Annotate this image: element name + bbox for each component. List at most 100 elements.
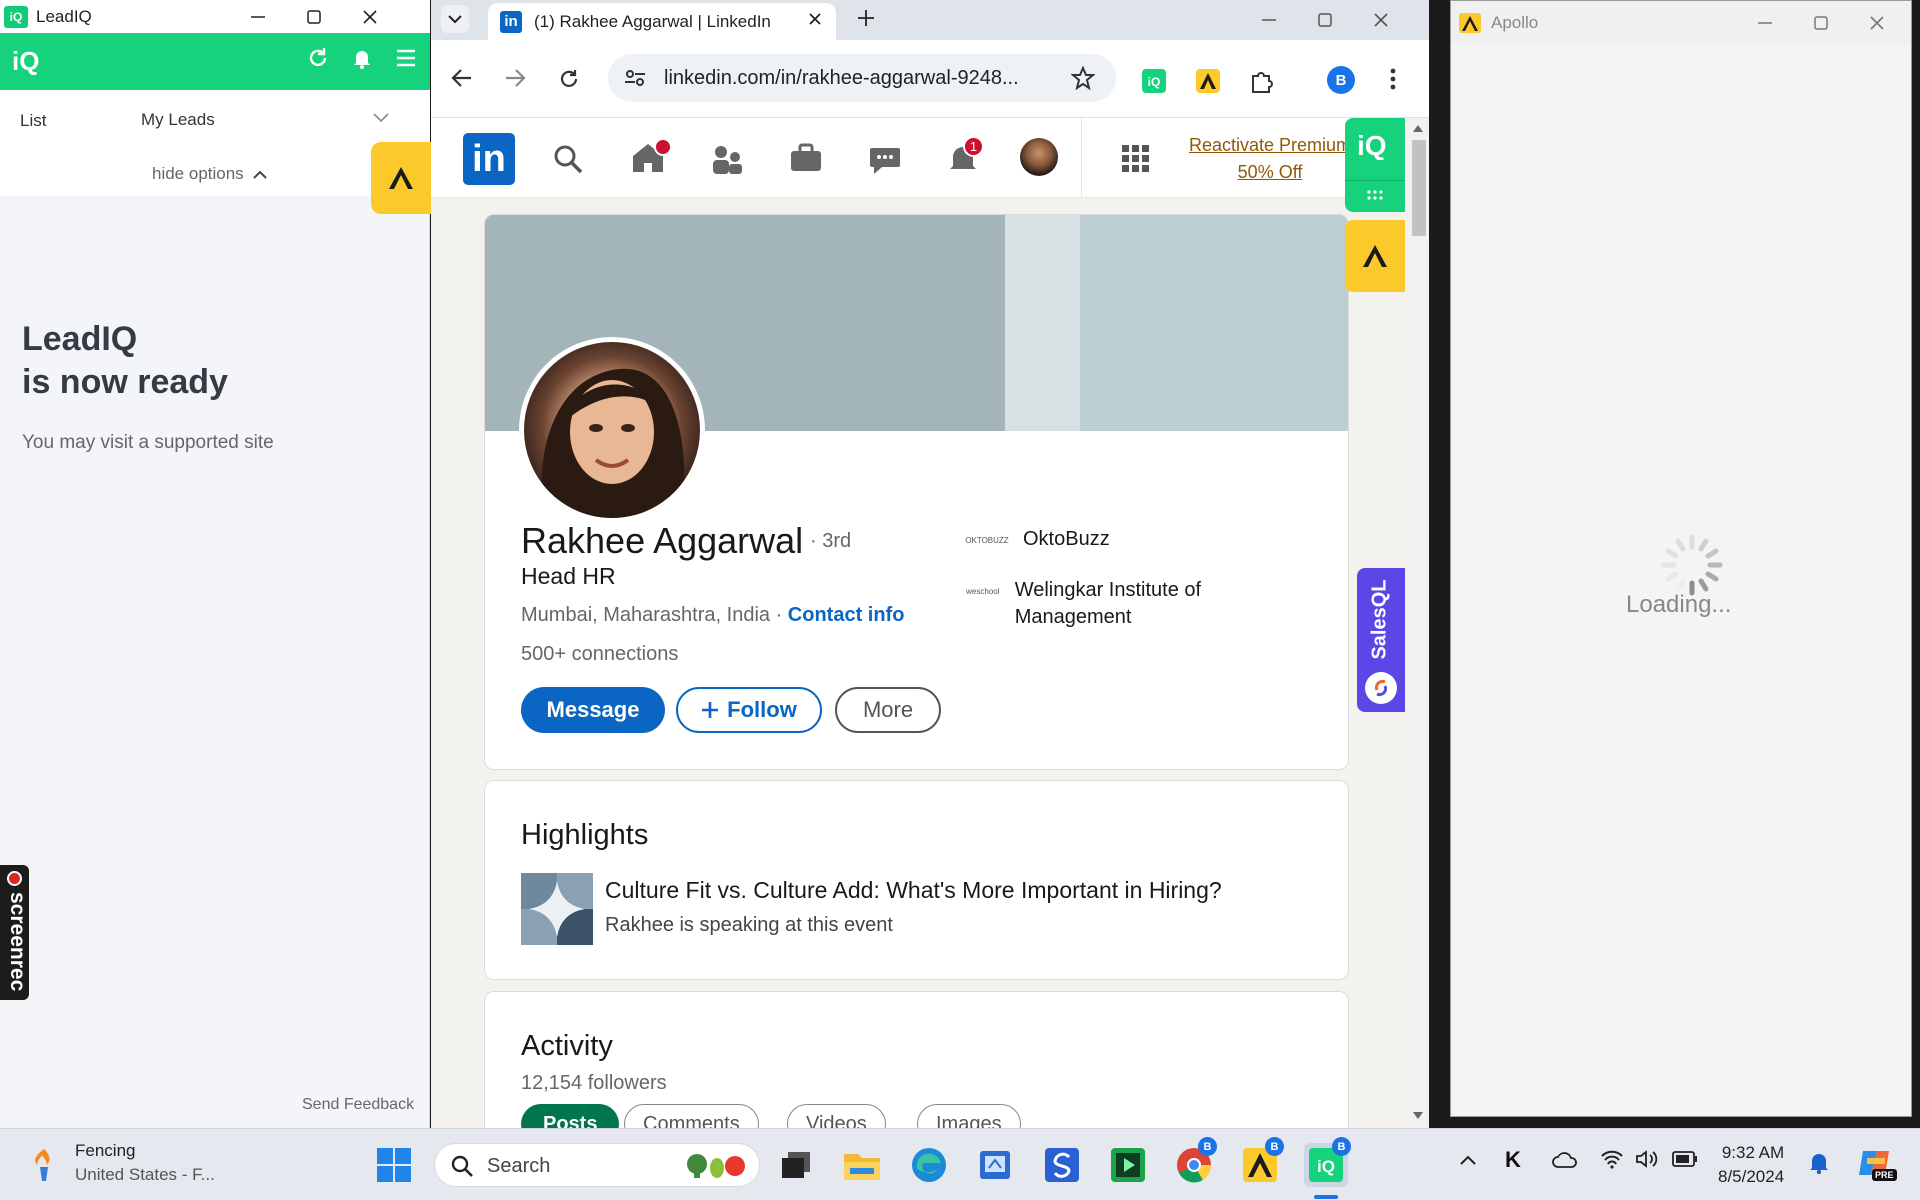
- hide-options-toggle[interactable]: hide options: [152, 164, 268, 184]
- plus-icon: [702, 702, 719, 718]
- close-icon[interactable]: [1849, 7, 1905, 40]
- salesql-widget[interactable]: SalesQL: [1357, 568, 1405, 712]
- back-icon[interactable]: [451, 68, 473, 88]
- leadiq-extension-icon[interactable]: iQ: [1141, 68, 1167, 94]
- maximize-icon[interactable]: [1793, 7, 1849, 40]
- contact-info-link[interactable]: Contact info: [788, 604, 905, 626]
- edge-browser-icon[interactable]: [907, 1143, 951, 1187]
- wifi-icon[interactable]: [1600, 1149, 1624, 1169]
- apollo-window: Apollo Loading...: [1450, 0, 1912, 1117]
- profile-avatar[interactable]: B: [1327, 66, 1355, 94]
- forward-icon[interactable]: [504, 68, 526, 88]
- drag-handle-icon[interactable]: [1367, 190, 1383, 200]
- apollo-app-icon: [1459, 13, 1481, 33]
- scrollbar-thumb[interactable]: [1412, 140, 1426, 236]
- highlights-card: Highlights Culture Fit vs. Culture Add: …: [484, 780, 1349, 980]
- address-bar[interactable]: linkedin.com/in/rakhee-aggarwal-9248...: [608, 54, 1116, 102]
- system-clock[interactable]: 9:32 AM 8/5/2024: [1718, 1141, 1784, 1189]
- tab-search-button[interactable]: [441, 5, 469, 33]
- task-view-icon[interactable]: [774, 1143, 818, 1187]
- company-welingkar[interactable]: weschool Welingkar Institute of Manageme…: [965, 577, 1265, 631]
- list-select[interactable]: My Leads: [141, 110, 215, 130]
- notification-bell-icon[interactable]: [1808, 1151, 1830, 1175]
- messaging-icon[interactable]: [868, 144, 902, 176]
- weather-title: Fencing: [75, 1141, 136, 1160]
- minimize-icon[interactable]: [230, 0, 286, 33]
- highlight-title[interactable]: Culture Fit vs. Culture Add: What's More…: [605, 877, 1222, 904]
- close-icon[interactable]: [342, 0, 398, 33]
- chevron-down-icon: [448, 15, 462, 24]
- linkedin-favicon: in: [500, 10, 522, 33]
- activity-title: Activity: [521, 1030, 613, 1062]
- tab-linkedin[interactable]: in (1) Rakhee Aggarwal | LinkedIn: [488, 3, 836, 40]
- clock-time: 9:32 AM: [1721, 1143, 1785, 1162]
- active-app-indicator: [1314, 1195, 1338, 1199]
- screenshot-tool-icon[interactable]: [973, 1143, 1017, 1187]
- scroll-up-icon[interactable]: [1413, 124, 1423, 132]
- linkedin-logo[interactable]: in: [463, 133, 515, 185]
- salesql-taskbar-icon[interactable]: [1040, 1143, 1084, 1187]
- bookmark-star-icon[interactable]: [1071, 66, 1095, 90]
- company-oktobuzz[interactable]: OKTOBUZZ OktoBuzz: [965, 528, 1110, 551]
- tab-close-icon[interactable]: [808, 12, 822, 26]
- windows-start-icon[interactable]: [372, 1143, 416, 1187]
- apollo-launcher-button[interactable]: [371, 142, 431, 214]
- k-tray-icon[interactable]: K: [1505, 1147, 1521, 1173]
- apollo-extension-icon[interactable]: [1195, 68, 1221, 94]
- kebab-menu-icon[interactable]: [1390, 68, 1396, 90]
- screenrec-widget[interactable]: screenrec: [0, 865, 29, 1000]
- me-avatar[interactable]: [1020, 138, 1058, 176]
- navbar-divider: [1081, 118, 1082, 198]
- ready-title-line1: LeadIQ: [22, 320, 138, 358]
- leadiq-side-widget[interactable]: iQ: [1345, 118, 1405, 212]
- visit-hint: You may visit a supported site: [22, 432, 274, 453]
- battery-icon[interactable]: [1672, 1151, 1698, 1167]
- close-icon[interactable]: [1353, 4, 1409, 37]
- search-placeholder: Search: [487, 1155, 551, 1177]
- jobs-briefcase-icon[interactable]: [789, 143, 823, 173]
- bell-icon[interactable]: [350, 46, 374, 70]
- apps-grid-icon[interactable]: [1121, 144, 1151, 174]
- maximize-icon[interactable]: [286, 0, 342, 33]
- taskbar: Fencing United States - F... Search B B …: [0, 1128, 1920, 1200]
- taskbar-search[interactable]: Search: [434, 1143, 760, 1187]
- file-explorer-icon[interactable]: [840, 1143, 884, 1187]
- leadiq-header: iQ: [0, 33, 430, 90]
- scroll-down-icon[interactable]: [1413, 1112, 1423, 1120]
- svg-text:iQ: iQ: [1317, 1157, 1335, 1176]
- chevron-down-icon[interactable]: [372, 112, 390, 124]
- volume-icon[interactable]: [1635, 1149, 1659, 1169]
- profile-photo[interactable]: [519, 337, 705, 523]
- company-name: OktoBuzz: [1023, 528, 1110, 550]
- refresh-icon[interactable]: [306, 46, 330, 70]
- tray-overflow-chevron-icon[interactable]: [1460, 1155, 1476, 1165]
- message-button[interactable]: Message: [521, 687, 665, 733]
- new-tab-icon[interactable]: [856, 8, 876, 28]
- minimize-icon[interactable]: [1737, 7, 1793, 40]
- more-button[interactable]: More: [835, 687, 941, 733]
- leadiq-logo: iQ: [12, 46, 40, 76]
- reload-icon[interactable]: [558, 68, 580, 90]
- maximize-icon[interactable]: [1297, 4, 1353, 37]
- extensions-puzzle-icon[interactable]: [1249, 68, 1275, 94]
- my-network-icon[interactable]: [711, 143, 745, 175]
- follow-button[interactable]: Follow: [676, 687, 822, 733]
- profile-headline: Head HR: [521, 563, 616, 589]
- site-settings-icon[interactable]: [624, 68, 646, 88]
- copilot-pre-badge: PRE: [1872, 1169, 1897, 1181]
- activity-card: Activity 12,154 followers Posts Comments…: [484, 991, 1349, 1151]
- reactivate-premium-link[interactable]: Reactivate Premium 50% Off: [1189, 132, 1351, 186]
- media-player-icon[interactable]: [1106, 1143, 1150, 1187]
- minimize-icon[interactable]: [1241, 4, 1297, 37]
- connections-count: 500+ connections: [521, 643, 679, 665]
- menu-icon[interactable]: [394, 46, 418, 70]
- search-icon[interactable]: [553, 144, 583, 174]
- svg-text:iQ: iQ: [1148, 75, 1161, 89]
- follow-label: Follow: [727, 697, 797, 722]
- page-scrollbar[interactable]: [1408, 118, 1429, 1128]
- event-thumbnail[interactable]: [521, 873, 593, 945]
- clock-date: 8/5/2024: [1718, 1167, 1785, 1186]
- send-feedback-link[interactable]: Send Feedback: [302, 1096, 414, 1114]
- apollo-side-widget[interactable]: [1345, 220, 1405, 292]
- onedrive-cloud-icon[interactable]: [1552, 1151, 1578, 1169]
